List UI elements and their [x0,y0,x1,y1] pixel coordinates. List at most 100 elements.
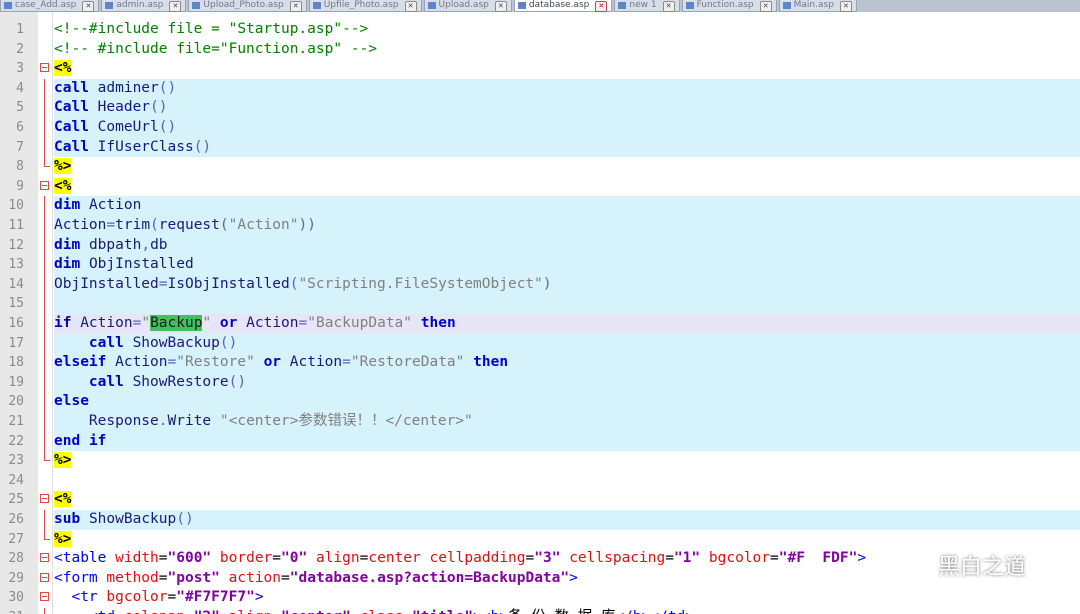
fold-guide [44,451,50,462]
code-line[interactable]: 15 [0,294,1080,314]
code-token: end [54,432,81,449]
code-text: %> [54,530,1080,550]
code-token: request [158,217,220,233]
code-line[interactable]: 9 <% [0,177,1080,197]
code-text: sub ShowBackup() [54,510,1080,530]
tab-file-8[interactable]: Main.asp ✕ [778,0,857,12]
code-token: border [219,550,273,567]
code-token: () [228,373,247,390]
close-icon[interactable]: ✕ [404,1,417,12]
code-line[interactable]: 20 else [0,392,1080,412]
fold-toggle-icon[interactable] [40,494,49,504]
code-token: Response [88,413,159,429]
code-line[interactable]: 27 %> [0,529,1080,550]
code-token: "database.asp?action=BackupData" [289,569,570,586]
code-line[interactable]: 16 if Action="Backup" or Action="BackupDa… [0,314,1080,334]
close-icon[interactable]: ✕ [82,1,95,12]
code-token: , [141,236,151,253]
code-line[interactable]: 25 <% [0,490,1080,510]
code-line[interactable]: 11 Action=trim(request("Action")) [0,216,1080,236]
line-number: 16 [8,316,24,331]
code-token: ObjInstalled [88,256,194,273]
code-line[interactable]: 5 Call Header() [0,98,1080,118]
code-token: "RestoreData" [350,354,465,371]
code-line[interactable]: 14 ObjInstalled=IsObjInstalled("Scripting… [0,274,1080,295]
code-line[interactable]: 18 elseif Action="Restore" or Action="Res… [0,353,1080,373]
tab-file-3[interactable]: Upfile_Photo.asp ✕ [308,0,422,12]
fold-toggle-icon[interactable] [40,572,49,582]
code-line[interactable]: 2 <!-- #include file="Function.asp" --> [0,40,1080,60]
fold-guide [44,333,45,354]
code-line[interactable]: 10 dim Action [0,196,1080,216]
tab-file-7[interactable]: Function.asp ✕ [681,0,777,12]
code-token: <% [54,60,72,77]
code-token: Call [54,119,89,135]
code-token: () [219,334,238,351]
code-line[interactable]: 8 %> [0,157,1080,177]
file-icon [782,2,791,9]
code-line[interactable]: 23 %> [0,451,1080,471]
code-line[interactable]: 6 Call ComeUrl() [0,118,1080,138]
close-icon[interactable]: ✕ [759,1,772,12]
tab-file-1[interactable]: admin.asp ✕ [101,0,187,12]
code-text [54,294,1080,314]
line-number: 18 [8,355,24,371]
code-text: else [54,392,1080,412]
file-icon [4,2,12,9]
close-icon[interactable]: ✕ [662,1,675,12]
close-icon[interactable]: ✕ [494,1,507,12]
close-icon[interactable]: ✕ [595,1,608,12]
close-icon[interactable]: ✕ [289,1,302,12]
code-line[interactable]: 26 sub ShowBackup() [0,510,1080,530]
code-line[interactable]: 30 <tr bgcolor="#F7F7F7"> [0,588,1080,608]
code-token: center [368,550,421,567]
code-line[interactable]: 24 [0,471,1080,491]
code-line[interactable]: 22 end if [0,431,1080,452]
tab-file-0[interactable]: case_Add.asp ✕ [0,0,100,12]
tab-file-6[interactable]: new 1 ✕ [614,0,680,12]
tab-bar: case_Add.asp ✕ admin.asp ✕ Upload_Photo.asp ✕… [0,0,1080,12]
code-token: 备 份 数 据 库 [508,609,615,614]
code-line[interactable]: 21 Response.Write "<center>参数错误！！</cente… [0,412,1080,432]
code-token: ><b> [473,609,508,614]
code-token: or [263,354,282,371]
code-line[interactable]: 12 dim dbpath,db [0,235,1080,256]
code-token: dim [54,197,81,214]
tab-file-4[interactable]: Upload.asp ✕ [423,0,512,12]
fold-toggle-icon[interactable] [40,180,49,190]
fold-toggle-icon[interactable] [40,63,49,73]
code-text: %> [54,451,1080,471]
code-token: () [176,511,194,527]
code-token: = [167,589,177,606]
tab-file-2[interactable]: Upload_Photo.asp ✕ [188,0,307,12]
code-token: "BackupData" [307,315,413,331]
code-line[interactable]: 13 dim ObjInstalled [0,255,1080,275]
fold-toggle-icon[interactable] [40,592,49,602]
code-line[interactable]: 7 Call IfUserClass() [0,137,1080,158]
close-icon[interactable]: ✕ [839,1,852,12]
code-token: call [88,334,124,351]
code-line[interactable]: 17 call ShowBackup() [0,333,1080,354]
code-line[interactable]: 19 call ShowRestore() [0,372,1080,393]
code-line[interactable]: 1 <!--#include file = "Startup.asp"--> [0,20,1080,40]
fold-toggle-icon[interactable] [40,553,49,563]
tab-file-5[interactable]: database.asp ✕ [513,0,613,12]
code-token: = [342,354,351,371]
code-line[interactable]: 31 <td colspan="2" align="center" class=… [0,608,1080,614]
code-token: cellspacing [569,550,666,567]
code-line[interactable]: 3 <% [0,59,1080,79]
code-token: </b></td> [615,609,694,614]
code-editor[interactable]: 1 <!--#include file = "Startup.asp"--> 2 <!… [0,12,1080,614]
code-token: sub [54,511,81,527]
code-line[interactable]: 4 call adminer() [0,78,1080,99]
line-number: 21 [8,414,24,429]
close-icon[interactable]: ✕ [169,1,182,12]
code-text: if Action="Backup" or Action="BackupData… [54,314,1080,334]
